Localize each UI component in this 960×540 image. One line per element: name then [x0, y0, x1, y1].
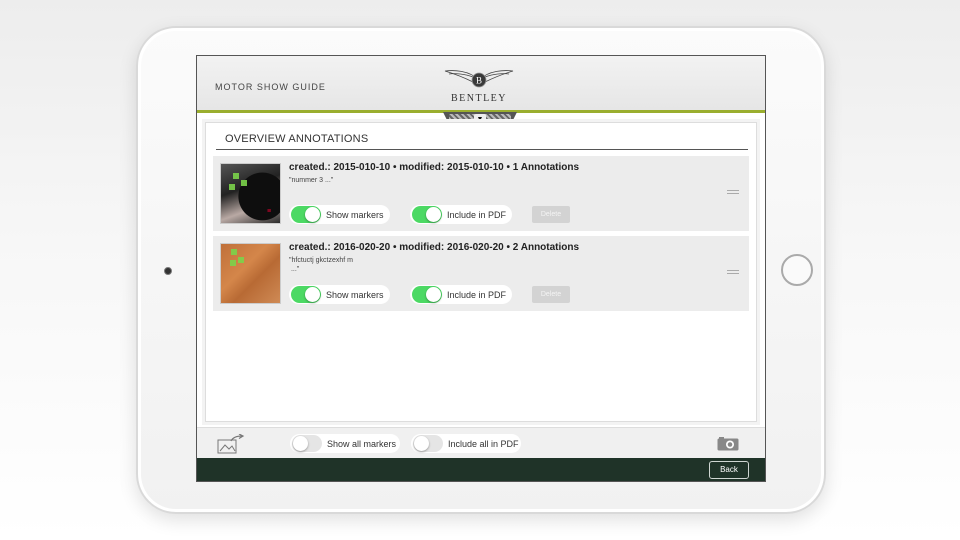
annotation-note: "hfctuctj gkctzexhf m ..." — [289, 257, 353, 273]
toggle-switch-on[interactable] — [291, 206, 321, 223]
brand-wordmark: BENTLEY — [450, 93, 508, 104]
drag-handle-icon[interactable] — [727, 270, 739, 276]
app-screen: MOTOR SHOW GUIDE B BENTLEY ▼ OVERVIEW AN… — [196, 55, 766, 482]
toggle-label: Include in PDF — [447, 289, 507, 300]
delete-button[interactable]: Delete — [532, 286, 570, 303]
annotations-panel: OVERVIEW ANNOTATIONS ≡ created.: 2015-01… — [205, 122, 757, 422]
marker-dot — [231, 249, 237, 255]
toggle-switch-on[interactable] — [291, 286, 321, 303]
bottom-toolbar: Show all markers Include all in PDF — [197, 427, 765, 458]
show-markers-toggle[interactable]: Show markers — [289, 285, 390, 304]
svg-text:B: B — [476, 76, 482, 86]
toggle-label: Show markers — [326, 209, 384, 220]
annotation-thumbnail[interactable] — [220, 243, 281, 304]
panel-title: OVERVIEW ANNOTATIONS — [225, 133, 369, 145]
marker-dot — [238, 257, 244, 263]
toggle-label: Include all in PDF — [448, 438, 519, 449]
front-camera — [164, 267, 172, 275]
toggle-label: Show all markers — [327, 438, 397, 449]
toggle-switch-on[interactable] — [412, 206, 442, 223]
show-markers-toggle[interactable]: Show markers — [289, 205, 390, 224]
annotation-note: "nummer 3 ..." — [289, 177, 334, 184]
annotation-item[interactable]: created.: 2016-020-20 • modified: 2016-0… — [213, 236, 749, 311]
marker-dot — [233, 173, 239, 179]
taillight-glyph: ≡ — [267, 208, 272, 215]
annotation-item[interactable]: ≡ created.: 2015-010-10 • modified: 2015… — [213, 156, 749, 231]
drag-handle-icon[interactable] — [727, 190, 739, 196]
toggle-label: Show markers — [326, 289, 384, 300]
marker-dot — [229, 184, 235, 190]
toggle-switch-off[interactable] — [292, 435, 322, 452]
toggle-switch-on[interactable] — [412, 286, 442, 303]
toggle-label: Include in PDF — [447, 209, 507, 220]
annotation-header: created.: 2015-010-10 • modified: 2015-0… — [289, 162, 580, 173]
marker-dot — [241, 180, 247, 186]
include-all-pdf-toggle[interactable]: Include all in PDF — [411, 434, 521, 453]
delete-button[interactable]: Delete — [532, 206, 570, 223]
bentley-wings-logo: B — [444, 70, 514, 88]
annotation-header: created.: 2016-020-20 • modified: 2016-0… — [289, 242, 580, 253]
header-bar: MOTOR SHOW GUIDE B BENTLEY — [197, 56, 765, 113]
camera-icon[interactable] — [717, 437, 739, 451]
toggle-switch-off[interactable] — [413, 435, 443, 452]
annotation-thumbnail[interactable]: ≡ — [220, 163, 281, 224]
show-all-markers-toggle[interactable]: Show all markers — [290, 434, 400, 453]
back-button[interactable]: Back — [709, 461, 749, 479]
export-image-icon[interactable] — [217, 434, 245, 454]
footer-bar: Back — [197, 458, 765, 481]
include-pdf-toggle[interactable]: Include in PDF — [410, 205, 512, 224]
include-pdf-toggle[interactable]: Include in PDF — [410, 285, 512, 304]
app-title: MOTOR SHOW GUIDE — [215, 82, 326, 92]
divider — [216, 149, 748, 150]
marker-dot — [230, 260, 236, 266]
home-button[interactable] — [781, 254, 813, 286]
